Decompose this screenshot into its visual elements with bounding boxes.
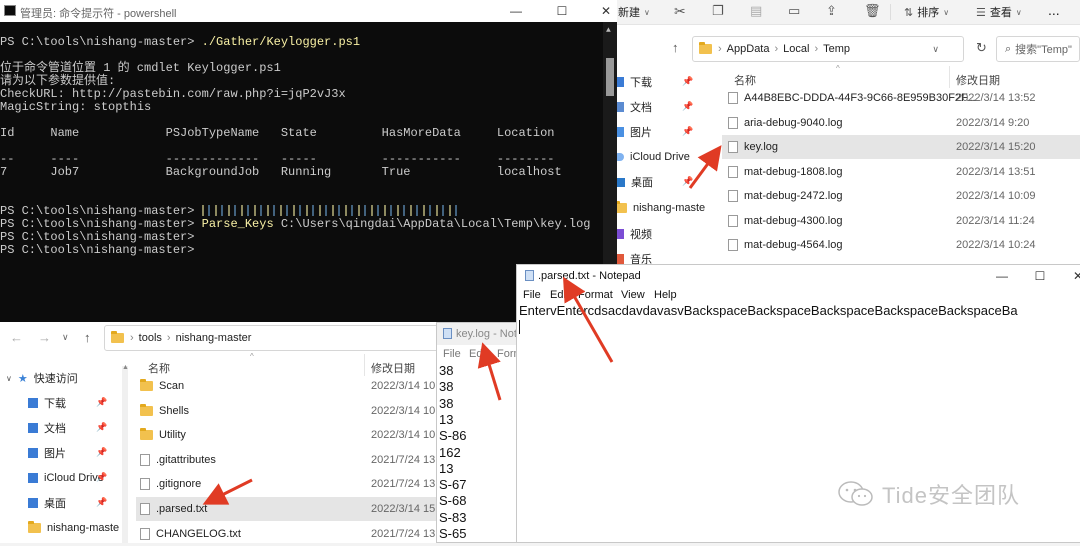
annotation-arrows — [202, 145, 722, 505]
arrow-to-keylog-file — [688, 145, 722, 189]
arrow-to-parsed-file — [202, 478, 253, 505]
arrow-to-parsed-notepad — [563, 276, 614, 363]
arrow-to-keylog-notepad — [477, 342, 502, 401]
